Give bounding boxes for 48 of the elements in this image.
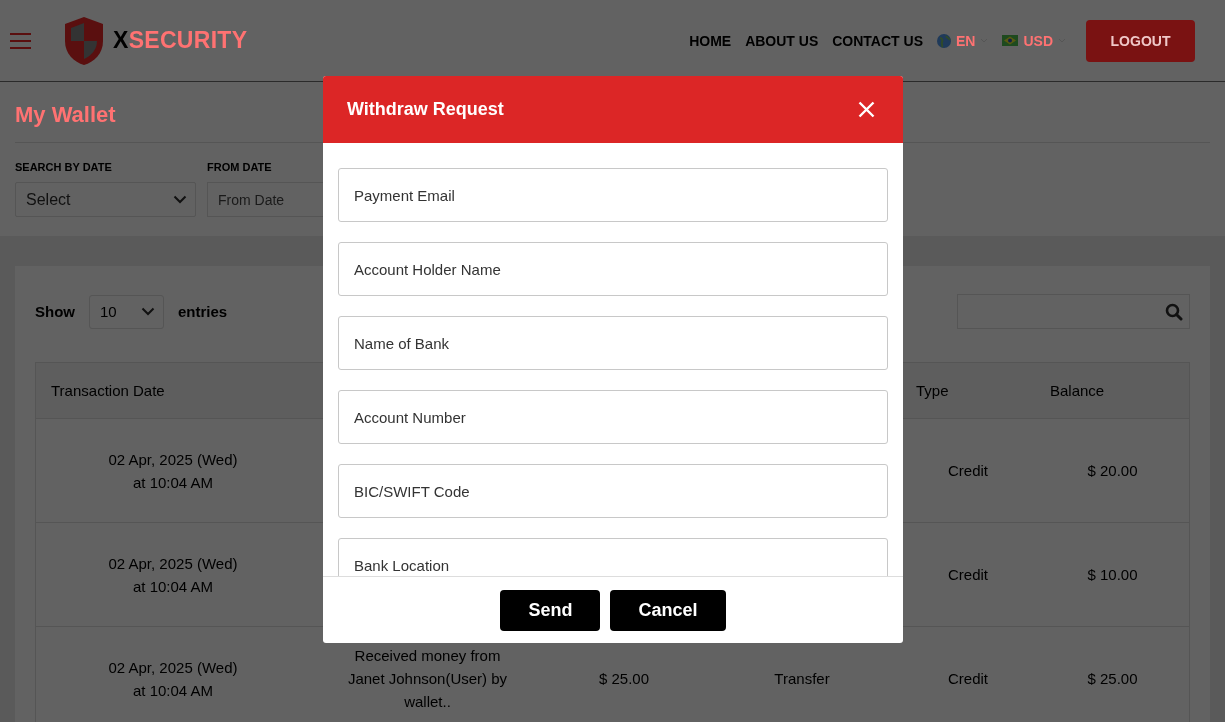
page-title: My Wallet	[15, 102, 116, 129]
column-header[interactable]: Transaction Date	[51, 382, 165, 399]
input-field[interactable]: Account Holder Name	[338, 242, 888, 296]
entries-label: entries	[178, 303, 228, 320]
input-field[interactable]: Payment Email	[338, 168, 888, 222]
table-cell-text: 02 Apr, 2025 (Wed) at 10:04 AM	[108, 657, 238, 701]
logout-button[interactable]: LOGOUT	[1086, 19, 1195, 62]
table-cell-text: Credit	[948, 565, 988, 585]
table-cell-text: Transfer	[774, 669, 830, 689]
table-cell-text: 02 Apr, 2025 (Wed) at 10:04 AM	[108, 449, 238, 493]
table-cell-text: $ 25.00	[598, 669, 649, 689]
search-field[interactable]	[957, 294, 1190, 329]
globe-icon	[937, 33, 951, 48]
column-header[interactable]: Type	[916, 382, 949, 399]
close-button[interactable]	[858, 101, 875, 118]
chevron-icon	[141, 307, 155, 316]
table-cell-text: 02 Apr, 2025 (Wed) at 10:04 AM	[108, 553, 238, 597]
input-field[interactable]: Bank Location	[338, 538, 888, 576]
input-field[interactable]: BIC/SWIFT Code	[338, 464, 888, 518]
show-label: Show	[35, 303, 75, 320]
date-input-field[interactable]: From Date	[207, 182, 324, 217]
currency-label[interactable]: USD	[1023, 32, 1053, 49]
table-cell-text: $ 25.00	[1087, 669, 1138, 689]
filter-label: FROM DATE	[207, 161, 273, 173]
entries-dropdown[interactable]: 10	[89, 294, 164, 329]
input-field[interactable]: Name of Bank	[338, 316, 888, 370]
filter-label: SEARCH BY DATE	[15, 161, 113, 173]
shield-logo-icon	[63, 15, 105, 66]
chevron-icon	[173, 195, 187, 204]
brand-name: XSECURITY	[113, 27, 248, 54]
search-icon	[1165, 302, 1183, 321]
date-dropdown[interactable]: Select	[15, 182, 196, 217]
table-cell-text: Credit	[948, 461, 988, 481]
column-header[interactable]: Balance	[1050, 382, 1105, 399]
table-cell-text: $ 20.00	[1087, 461, 1138, 481]
dialog-title: Withdraw Request	[347, 99, 504, 120]
cancel-button[interactable]: Cancel	[610, 589, 726, 631]
nav-link[interactable]: ABOUT US	[745, 32, 819, 49]
table-cell-text: $ 10.00	[1087, 565, 1138, 585]
input-field[interactable]: Account Number	[338, 390, 888, 444]
nav-link[interactable]: HOME	[689, 32, 732, 49]
send-button[interactable]: Send	[500, 589, 601, 631]
language-label[interactable]: EN	[956, 32, 976, 49]
table-cell-text: Received money from Janet Johnson(User) by wallet..	[347, 646, 508, 712]
table-cell-text: Credit	[948, 669, 988, 689]
flag-icon	[1002, 35, 1019, 46]
menu-icon[interactable]	[10, 32, 31, 49]
nav-link[interactable]: CONTACT US	[832, 32, 923, 49]
